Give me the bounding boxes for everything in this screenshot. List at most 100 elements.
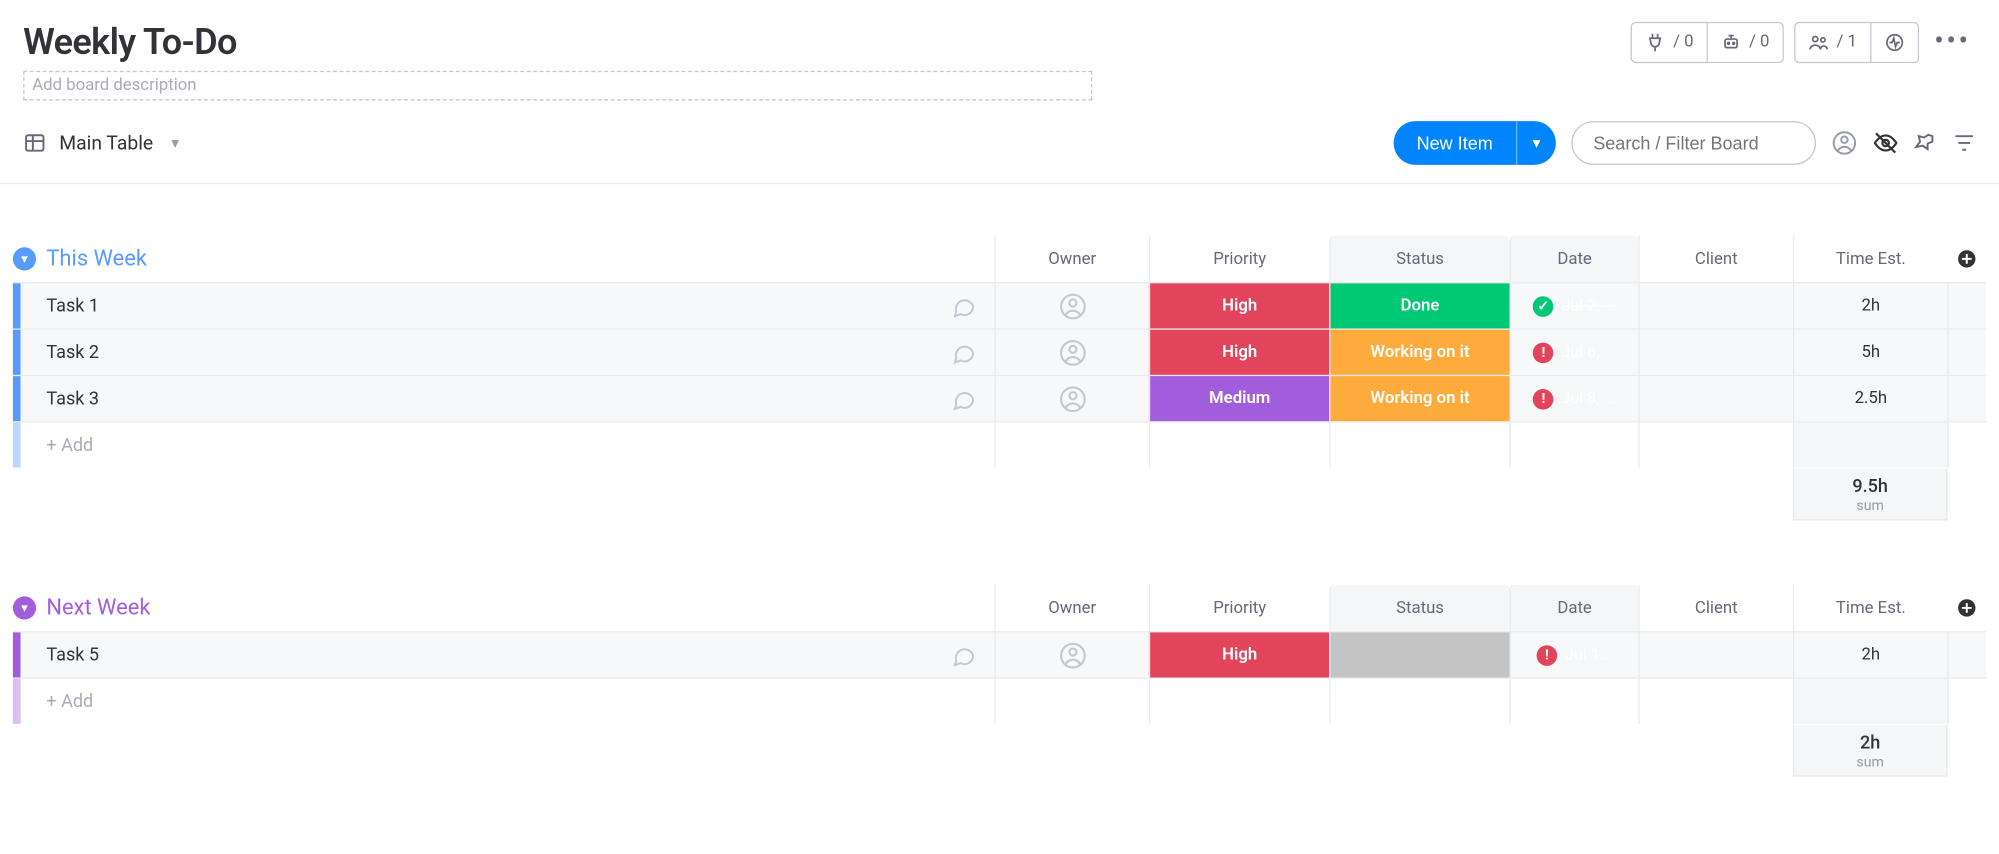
column-header-time[interactable]: Time Est. (1793, 236, 1948, 282)
robot-icon (1721, 32, 1742, 53)
people-icon (1808, 32, 1829, 53)
client-cell[interactable] (1638, 330, 1793, 375)
row-color-bar (13, 632, 21, 677)
priority-cell[interactable]: High (1149, 632, 1329, 677)
row-end-spacer (1947, 330, 1986, 375)
column-header-priority[interactable]: Priority (1149, 236, 1329, 282)
column-header-date[interactable]: Date (1510, 585, 1639, 631)
date-status-badge: ✓ (1533, 296, 1554, 317)
empty-cell (1793, 422, 1948, 467)
conversation-button[interactable] (951, 339, 977, 365)
time-sum-value: 2h (1794, 733, 1946, 754)
priority-cell[interactable]: High (1149, 283, 1329, 328)
time-est-cell[interactable]: 2.5h (1793, 376, 1948, 421)
column-header-priority[interactable]: Priority (1149, 585, 1329, 631)
owner-cell[interactable] (994, 330, 1149, 375)
table-row[interactable]: Task 1 High Done ✓ Jul 2, ... 2h (13, 282, 1986, 328)
group-collapse-toggle[interactable]: ▾ (13, 247, 36, 270)
group-title[interactable]: Next Week (46, 595, 150, 621)
new-item-button[interactable]: New Item ▾ (1393, 121, 1555, 165)
task-name-cell[interactable]: Task 5 (21, 632, 995, 677)
client-cell[interactable] (1638, 376, 1793, 421)
status-cell[interactable] (1329, 632, 1509, 677)
members-pill[interactable]: / 1 (1794, 21, 1871, 62)
column-header-time[interactable]: Time Est. (1793, 585, 1948, 631)
add-column-button[interactable] (1947, 236, 1986, 282)
pin-button[interactable] (1914, 131, 1937, 154)
owner-cell[interactable] (994, 376, 1149, 421)
column-header-status[interactable]: Status (1329, 585, 1509, 631)
person-filter-button[interactable] (1832, 130, 1858, 156)
date-cell[interactable]: ✓ Jul 2, ... (1510, 283, 1639, 328)
row-end-spacer (1947, 376, 1986, 421)
client-cell[interactable] (1638, 283, 1793, 328)
owner-cell[interactable] (994, 632, 1149, 677)
column-header-status[interactable]: Status (1329, 236, 1509, 282)
view-switcher[interactable]: Main Table ▾ (23, 131, 179, 154)
row-color-bar (13, 283, 21, 328)
column-header-client[interactable]: Client (1638, 585, 1793, 631)
person-circle-icon (1058, 292, 1086, 320)
person-circle-icon (1832, 130, 1858, 156)
activity-pill[interactable] (1871, 21, 1919, 62)
automations-pill[interactable]: / 0 (1708, 21, 1784, 62)
time-sum-label: sum (1794, 497, 1946, 514)
task-name: Task 5 (46, 645, 99, 666)
add-item-row[interactable]: + Add (13, 677, 1986, 723)
status-cell[interactable]: Working on it (1329, 376, 1509, 421)
task-name-cell[interactable]: Task 3 (21, 376, 995, 421)
row-color-bar (13, 330, 21, 375)
column-header-client[interactable]: Client (1638, 236, 1793, 282)
eye-off-icon (1873, 130, 1899, 156)
status-cell[interactable]: Done (1329, 283, 1509, 328)
integrations-pill[interactable]: / 0 (1631, 21, 1708, 62)
column-header-owner[interactable]: Owner (994, 236, 1149, 282)
conversation-button[interactable] (951, 293, 977, 319)
date-text: Jul 6, ... (1561, 343, 1616, 362)
filter-button[interactable] (1953, 131, 1976, 154)
date-text: Jul 1... (1565, 645, 1612, 664)
date-cell[interactable]: ! Jul 1... (1510, 632, 1639, 677)
members-count: / 1 (1836, 32, 1856, 51)
group-collapse-toggle[interactable]: ▾ (13, 596, 36, 619)
conversation-button[interactable] (951, 386, 977, 412)
time-est-cell[interactable]: 2h (1793, 283, 1948, 328)
empty-cell (1329, 422, 1509, 467)
date-cell[interactable]: ! Jul 8, ... (1510, 376, 1639, 421)
hide-columns-button[interactable] (1873, 130, 1899, 156)
date-status-badge: ! (1533, 388, 1554, 409)
client-cell[interactable] (1638, 632, 1793, 677)
date-cell[interactable]: ! Jul 6, ... (1510, 330, 1639, 375)
table-row[interactable]: Task 5 High ! Jul 1... 2h (13, 631, 1986, 677)
person-circle-icon (1058, 338, 1086, 366)
column-header-date[interactable]: Date (1510, 236, 1639, 282)
group-title[interactable]: This Week (46, 246, 147, 272)
empty-cell (1947, 679, 1986, 724)
priority-cell[interactable]: Medium (1149, 376, 1329, 421)
add-item-row[interactable]: + Add (13, 421, 1986, 467)
add-item-label[interactable]: + Add (21, 422, 995, 467)
time-est-cell[interactable]: 5h (1793, 330, 1948, 375)
empty-cell (1638, 679, 1793, 724)
priority-cell[interactable]: High (1149, 330, 1329, 375)
column-header-owner[interactable]: Owner (994, 585, 1149, 631)
time-est-cell[interactable]: 2h (1793, 632, 1948, 677)
owner-cell[interactable] (994, 283, 1149, 328)
table-row[interactable]: Task 3 Medium Working on it ! Jul 8, ...… (13, 375, 1986, 421)
conversation-button[interactable] (951, 642, 977, 668)
add-item-label[interactable]: + Add (21, 679, 995, 724)
board-description-input[interactable]: Add board description (23, 71, 1092, 101)
board-title[interactable]: Weekly To-Do (23, 21, 237, 64)
new-item-label: New Item (1393, 133, 1516, 154)
task-name-cell[interactable]: Task 1 (21, 283, 995, 328)
table-row[interactable]: Task 2 High Working on it ! Jul 6, ... 5… (13, 328, 1986, 374)
status-cell[interactable]: Working on it (1329, 330, 1509, 375)
more-menu-button[interactable]: ••• (1929, 21, 1976, 64)
new-item-dropdown[interactable]: ▾ (1516, 121, 1556, 165)
view-name: Main Table (59, 131, 153, 154)
search-input[interactable] (1571, 121, 1816, 165)
add-column-button[interactable] (1947, 585, 1986, 631)
task-name-cell[interactable]: Task 2 (21, 330, 995, 375)
plug-icon (1645, 32, 1666, 53)
time-sum-value: 9.5h (1794, 477, 1946, 498)
